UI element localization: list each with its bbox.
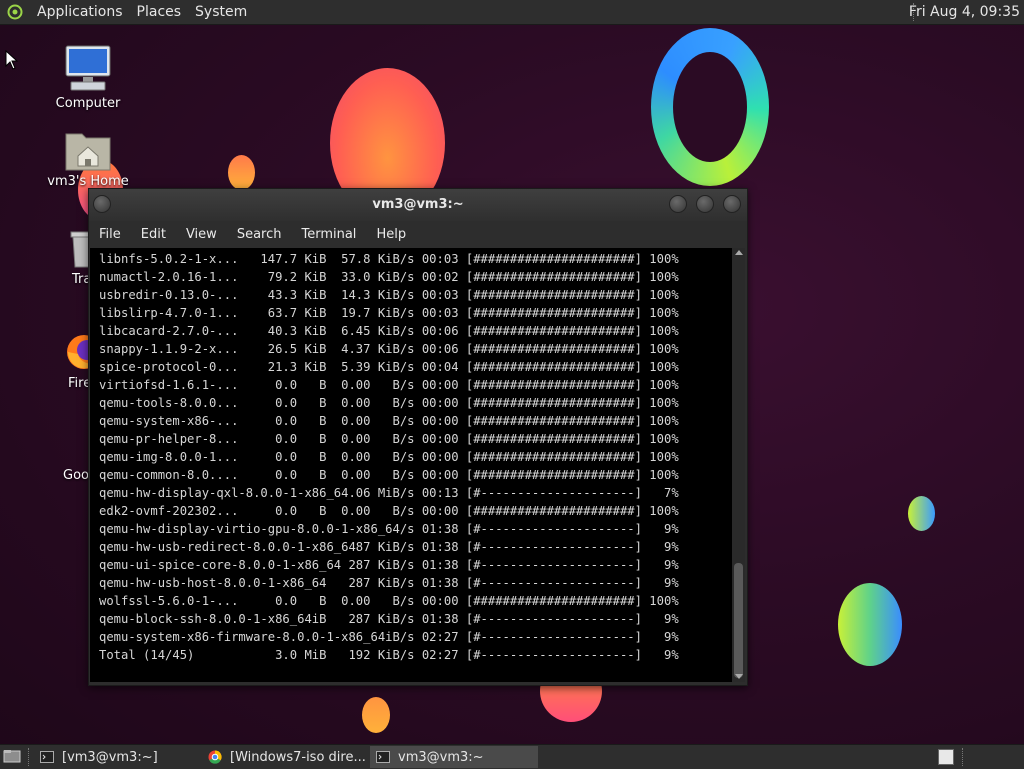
desktop-icon-home[interactable]: vm3's Home [43, 128, 133, 189]
wallpaper-bottom-orange-ellipse [362, 697, 390, 733]
panel-separator [28, 748, 29, 766]
terminal-window[interactable]: vm3@vm3:~ File Edit View Search Terminal… [88, 188, 748, 686]
chrome-icon [208, 750, 222, 764]
places-menu[interactable]: Places [130, 0, 189, 24]
terminal-line: qemu-hw-usb-redirect-8.0.0-1-x86_6487 Ki… [99, 540, 679, 554]
terminal-line: qemu-hw-display-virtio-gpu-8.0.0-1-x86_6… [99, 522, 679, 536]
system-menu[interactable]: System [188, 0, 254, 24]
terminal-line: usbredir-0.13.0-... 43.3 KiB 14.3 KiB/s … [99, 288, 679, 302]
terminal-line: qemu-system-x86-firmware-8.0.0-1-x86_64i… [99, 630, 679, 644]
terminal-line: qemu-img-8.0.0-1... 0.0 B 0.00 B/s 00:00… [99, 450, 679, 464]
applications-menu[interactable]: Applications [30, 0, 130, 24]
distro-logo-icon[interactable] [6, 3, 24, 21]
task-label: [vm3@vm3:~] [62, 749, 158, 765]
terminal-line: qemu-block-ssh-8.0.0-1-x86_64iB 287 KiB/… [99, 612, 679, 626]
menu-search[interactable]: Search [227, 227, 292, 242]
window-title: vm3@vm3:~ [372, 197, 464, 212]
terminal-line: qemu-ui-spice-core-8.0.0-1-x86_64 287 Ki… [99, 558, 679, 572]
terminal-line: libnfs-5.0.2-1-x... 147.7 KiB 57.8 KiB/s… [99, 252, 679, 266]
taskbar-item-terminal[interactable]: [vm3@vm3:~] [34, 746, 200, 768]
terminal-line: qemu-hw-usb-host-8.0.0-1-x86_64 287 KiB/… [99, 576, 679, 590]
close-button[interactable] [723, 195, 741, 213]
task-label: vm3@vm3:~ [398, 749, 484, 765]
scroll-up-arrow-icon[interactable] [735, 250, 743, 255]
home-folder-icon [64, 128, 112, 172]
terminal-line: spice-protocol-0... 21.3 KiB 5.39 KiB/s … [99, 360, 679, 374]
desktop-icon-computer[interactable]: Computer [43, 44, 133, 111]
clock[interactable]: Fri Aug 4, 09:35 [909, 0, 1020, 24]
task-label: [Windows7-iso dire... [230, 749, 366, 765]
terminal-line: qemu-common-8.0.... 0.0 B 0.00 B/s 00:00… [99, 468, 679, 482]
mouse-cursor-icon [5, 50, 19, 70]
taskbar-item-terminal-active[interactable]: vm3@vm3:~ [370, 746, 538, 768]
terminal-titlebar[interactable]: vm3@vm3:~ [89, 189, 747, 221]
menu-view[interactable]: View [176, 227, 227, 242]
terminal-icon [376, 751, 390, 763]
top-panel: Applications Places System Fri Aug 4, 09… [0, 0, 1024, 25]
workspace-switcher[interactable] [938, 749, 954, 765]
maximize-button[interactable] [696, 195, 714, 213]
menu-edit[interactable]: Edit [131, 227, 176, 242]
show-desktop-icon[interactable] [3, 749, 21, 763]
bottom-panel: [vm3@vm3:~] [Windows7-iso dire... vm3@vm… [0, 744, 1024, 769]
terminal-line: qemu-tools-8.0.0... 0.0 B 0.00 B/s 00:00… [99, 396, 679, 410]
terminal-line: edk2-ovmf-202302... 0.0 B 0.00 B/s 00:00… [99, 504, 679, 518]
terminal-menubar: File Edit View Search Terminal Help [89, 221, 747, 247]
terminal-icon [40, 751, 54, 763]
desktop-icon-label: Computer [55, 96, 121, 111]
terminal-line: snappy-1.1.9-2-x... 26.5 KiB 4.37 KiB/s … [99, 342, 679, 356]
menu-terminal[interactable]: Terminal [291, 227, 366, 242]
wallpaper-gradient-ring [651, 28, 769, 186]
terminal-line: qemu-hw-display-qxl-8.0.0-1-x86_64.06 Mi… [99, 486, 679, 500]
terminal-line: numactl-2.0.16-1... 79.2 KiB 33.0 KiB/s … [99, 270, 679, 284]
terminal-line: qemu-system-x86-... 0.0 B 0.00 B/s 00:00… [99, 414, 679, 428]
wallpaper-green-blue-ellipse [838, 583, 902, 666]
menu-file[interactable]: File [89, 227, 131, 242]
minimize-button[interactable] [669, 195, 687, 213]
terminal-line: libslirp-4.7.0-1... 63.7 KiB 19.7 KiB/s … [99, 306, 679, 320]
terminal-line: Total (14/45) 3.0 MiB 192 KiB/s 02:27 [#… [99, 648, 679, 662]
wallpaper-small-orange-ellipse [228, 155, 255, 190]
desktop-icon-label: vm3's Home [47, 174, 129, 189]
terminal-scrollbar[interactable] [732, 248, 745, 682]
terminal-output[interactable]: libnfs-5.0.2-1-x... 147.7 KiB 57.8 KiB/s… [90, 248, 732, 682]
panel-separator [962, 748, 963, 766]
terminal-line: wolfssl-5.6.0-1-... 0.0 B 0.00 B/s 00:00… [99, 594, 679, 608]
computer-icon [63, 44, 113, 94]
scrollbar-thumb[interactable] [734, 563, 743, 678]
wallpaper-small-green-ellipse [908, 496, 935, 531]
terminal-line: qemu-pr-helper-8... 0.0 B 0.00 B/s 00:00… [99, 432, 679, 446]
menu-help[interactable]: Help [366, 227, 416, 242]
terminal-line: virtiofsd-1.6.1-... 0.0 B 0.00 B/s 00:00… [99, 378, 679, 392]
scroll-down-arrow-icon[interactable] [735, 674, 743, 679]
taskbar-item-chrome[interactable]: [Windows7-iso dire... [202, 746, 368, 768]
terminal-line: libcacard-2.7.0-... 40.3 KiB 6.45 KiB/s … [99, 324, 679, 338]
